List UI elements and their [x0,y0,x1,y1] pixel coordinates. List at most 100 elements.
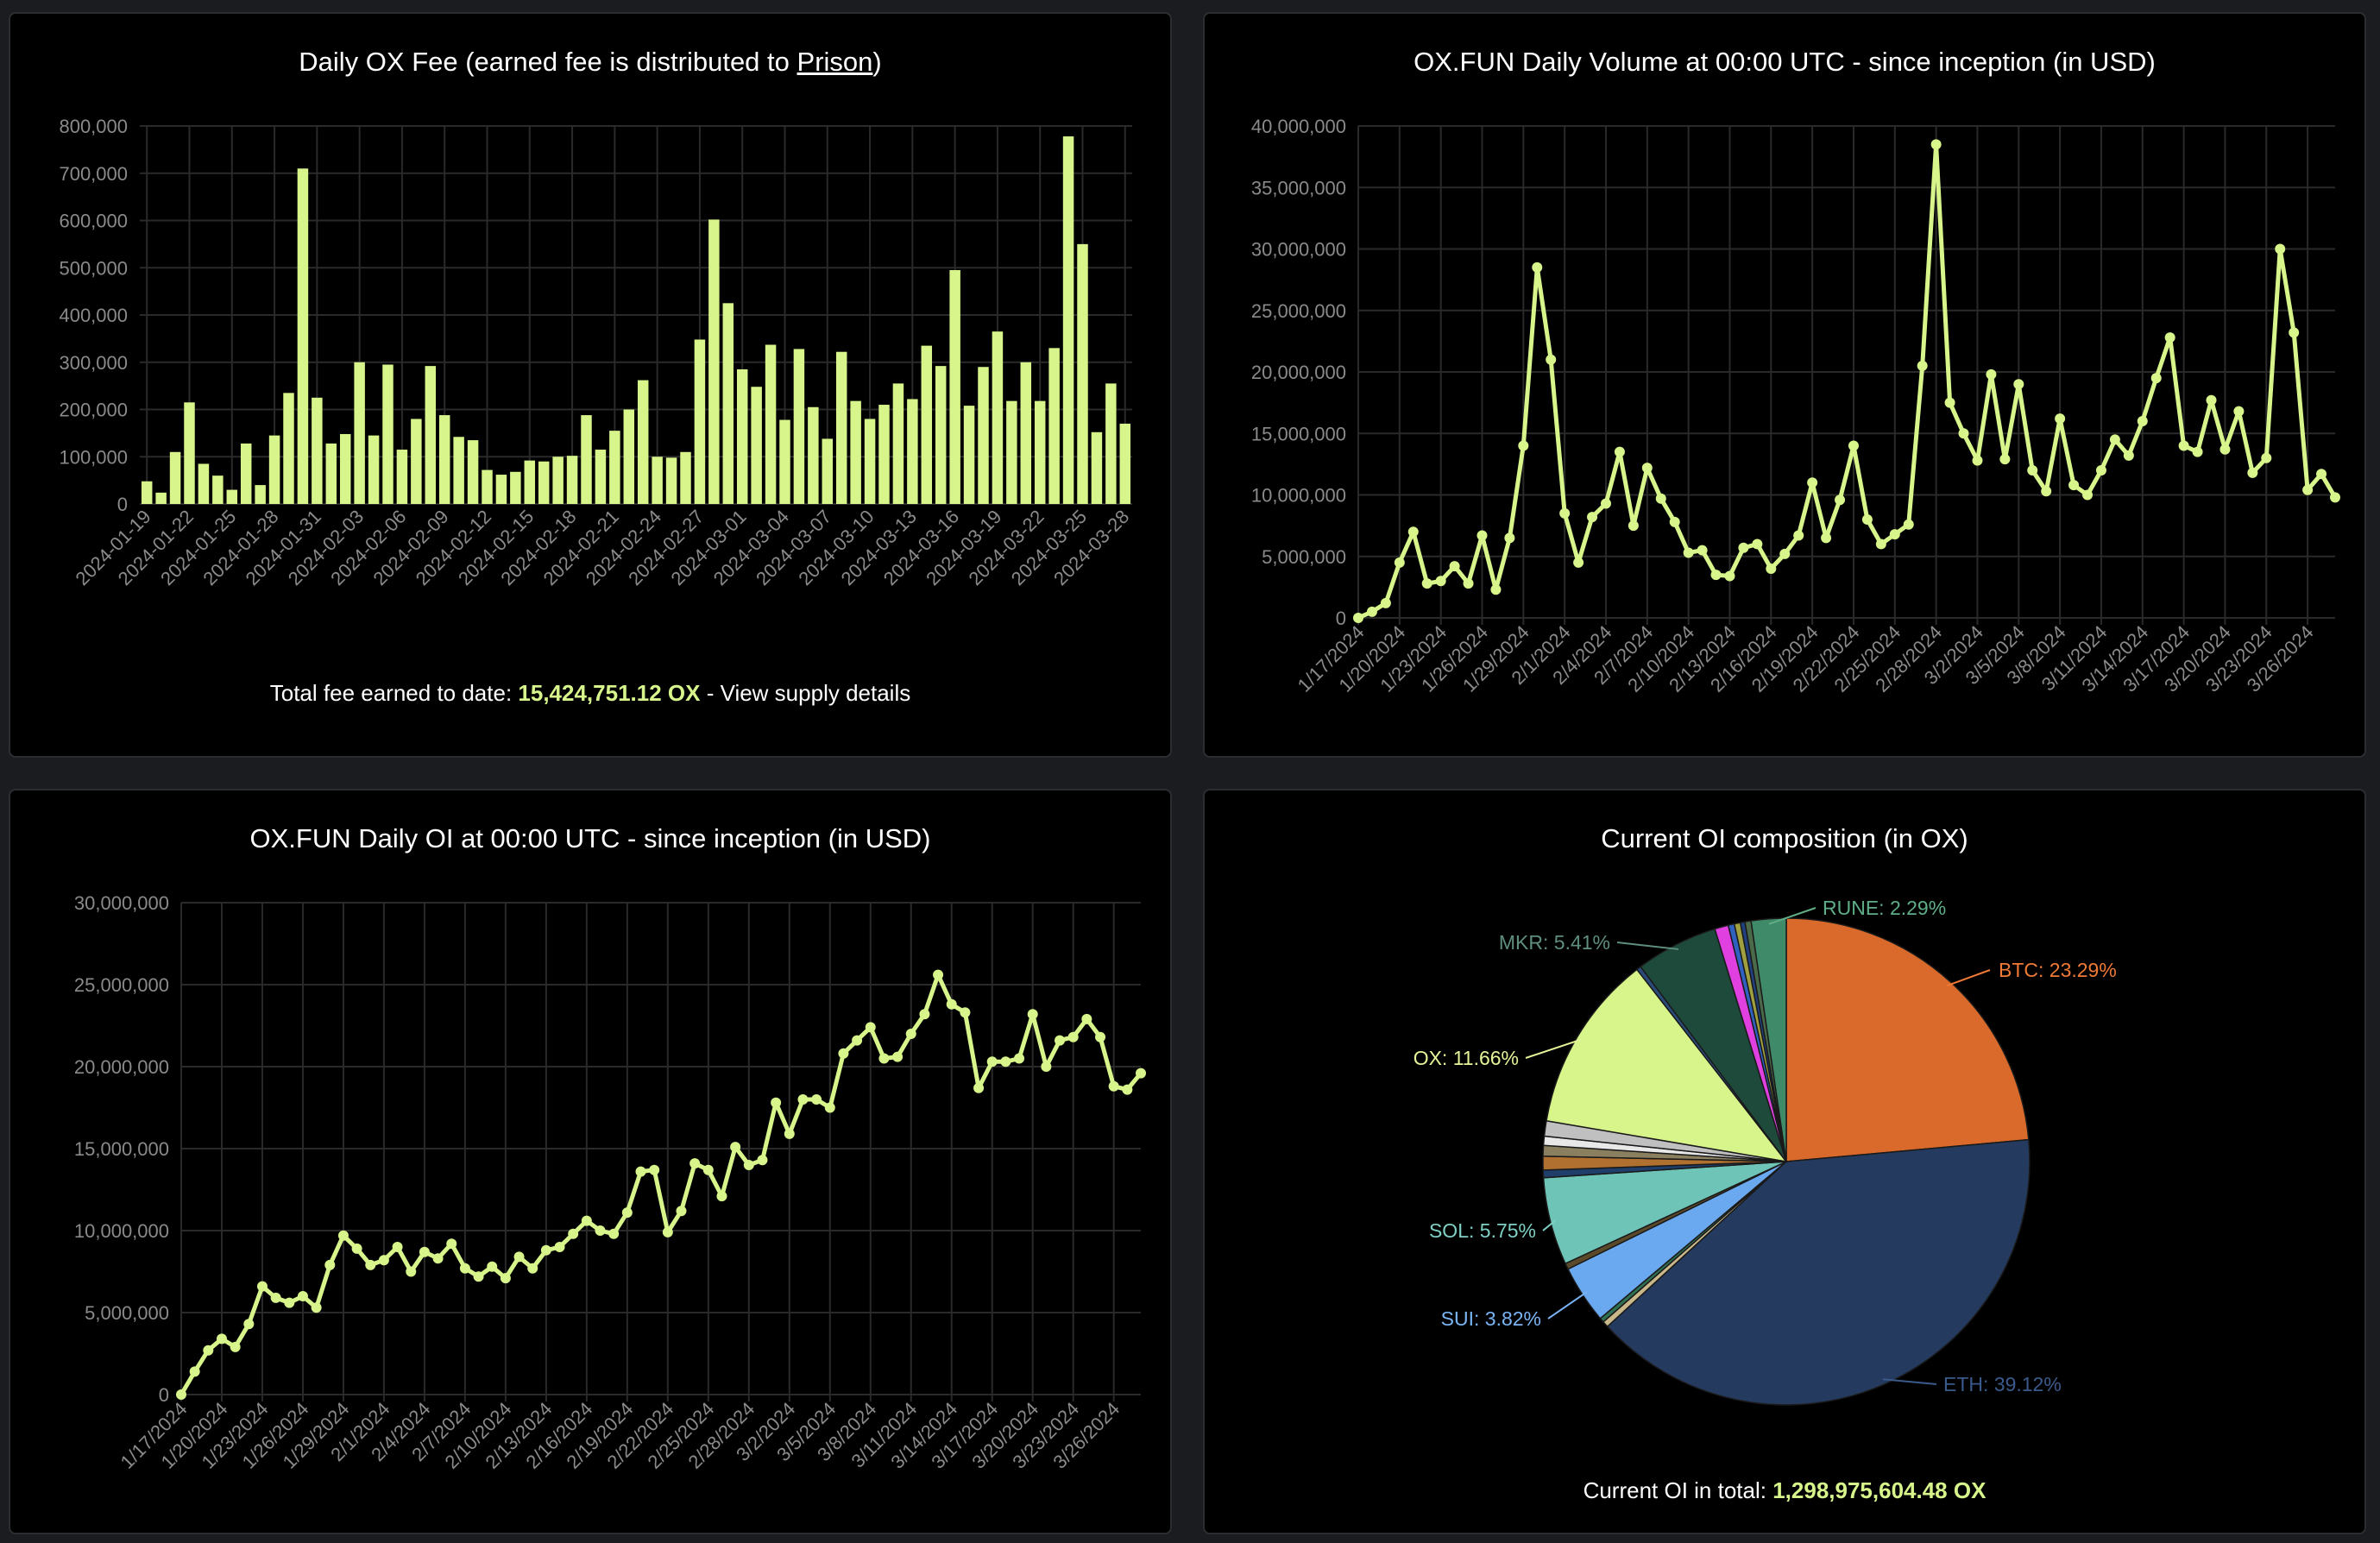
fee-bar [1091,431,1103,504]
fee-bar [510,471,521,504]
fee-bar [907,399,918,504]
volume-point [1861,514,1873,525]
fee-bar [808,406,819,504]
volume-point [1366,606,1377,617]
volume-point [1930,139,1942,150]
oi-point [946,998,957,1010]
oi-point [1081,1013,1092,1024]
volume-point [2137,416,2148,426]
oi-point [838,1048,849,1059]
volume-point [1435,576,1446,587]
fee-bar [438,415,450,504]
composition-chart-panel: Current OI composition (in OX) BTC: 23.2… [1203,789,2366,1534]
volume-point [1669,516,1680,527]
volume-series-line [1357,142,2338,620]
fee-bar [637,380,649,504]
volume-point [1779,548,1791,559]
oi-point [784,1128,795,1139]
oi-point [905,1029,916,1039]
fee-bar [765,344,777,504]
fee-bar [609,431,620,504]
y-tick-label: 30,000,000 [1251,239,1346,261]
oi-point [865,1022,876,1033]
pie-label-ox: OX: 11.66% [1414,1047,1519,1069]
fee-bar [453,437,464,504]
volume-line-chart: 0 5,000,000 10,000,000 15,000,000 20,000,000… [1251,116,2340,696]
y-tick-label: 35,000,000 [1251,177,1346,198]
oi-point [324,1259,336,1270]
pie-label-connector [1616,942,1679,950]
fee-bar [495,475,507,504]
fee-bar [1105,383,1117,504]
oi-point [270,1292,281,1303]
y-tick-label: 20,000,000 [74,1056,169,1078]
oi-point [419,1246,430,1257]
fee-bar [935,366,947,504]
volume-point [1793,530,1804,541]
oi-point [284,1297,295,1308]
fee-bar [467,440,479,504]
pie-label-sol: SOL: 5.75% [1429,1219,1536,1242]
volume-point [1559,507,1571,519]
fee-bar [268,435,280,504]
fee-bar [283,393,294,504]
volume-point [1766,564,1777,574]
y-tick-label: 0 [159,1384,169,1406]
y-tick-label: 100,000 [59,446,128,468]
oi-point [446,1238,457,1250]
fee-bar [751,387,762,504]
fee-bar [368,435,380,504]
volume-point [1710,570,1722,581]
fee-bar [963,406,975,504]
fee-bar [155,492,167,504]
volume-point [1958,428,1969,439]
fee-bar [623,409,635,504]
fee-bar [524,460,536,504]
fee-bar [722,303,734,504]
y-tick-label: 10,000,000 [74,1220,169,1242]
volume-point [1407,526,1419,538]
volume-point [1476,530,1488,541]
fee-bar [169,451,181,504]
fee-bar [325,443,337,504]
volume-point [2316,469,2327,480]
oi-chart-panel: OX.FUN Daily OI at 00:00 UTC - since inc… [9,789,1172,1534]
volume-point [1380,597,1391,608]
volume-point [2302,484,2314,495]
fee-bar [255,485,266,504]
oi-point [176,1389,186,1400]
oi-point [1055,1035,1066,1046]
fee-total-label: Total fee earned to date: [269,680,519,706]
volume-point [2261,452,2272,463]
oi-point [256,1281,268,1292]
volume-point [1944,397,1955,408]
oi-total-footer: Current OI in total: 1,298,975,604.48 OX [1205,1477,2364,1504]
y-tick-label: 30,000,000 [74,892,169,914]
fee-bar [835,351,847,504]
fee-bar [921,345,933,504]
oi-point [811,1094,822,1105]
oi-point [392,1242,403,1252]
volume-point [1504,532,1515,544]
fee-bar [892,383,904,504]
fee-total-value: 15,424,751.12 OX [518,680,701,706]
oi-point [540,1244,551,1256]
oi-series-line [179,973,1143,1396]
volume-point [2123,450,2134,461]
fee-bar [482,469,493,504]
oi-point [824,1102,835,1113]
oi-point [337,1230,349,1241]
volume-point [1848,440,1859,451]
oi-point [973,1082,985,1093]
y-tick-label: 0 [1336,608,1346,629]
volume-point [1463,578,1474,589]
view-supply-details-link[interactable]: View supply details [721,680,911,706]
y-tick-label: 600,000 [59,211,128,232]
y-tick-label: 5,000,000 [1262,546,1346,568]
volume-point [1889,529,1900,540]
volume-point [1986,368,1997,380]
volume-point [1573,557,1584,568]
volume-point [1353,613,1363,623]
oi-point [1014,1053,1025,1064]
fee-bar [850,400,861,504]
